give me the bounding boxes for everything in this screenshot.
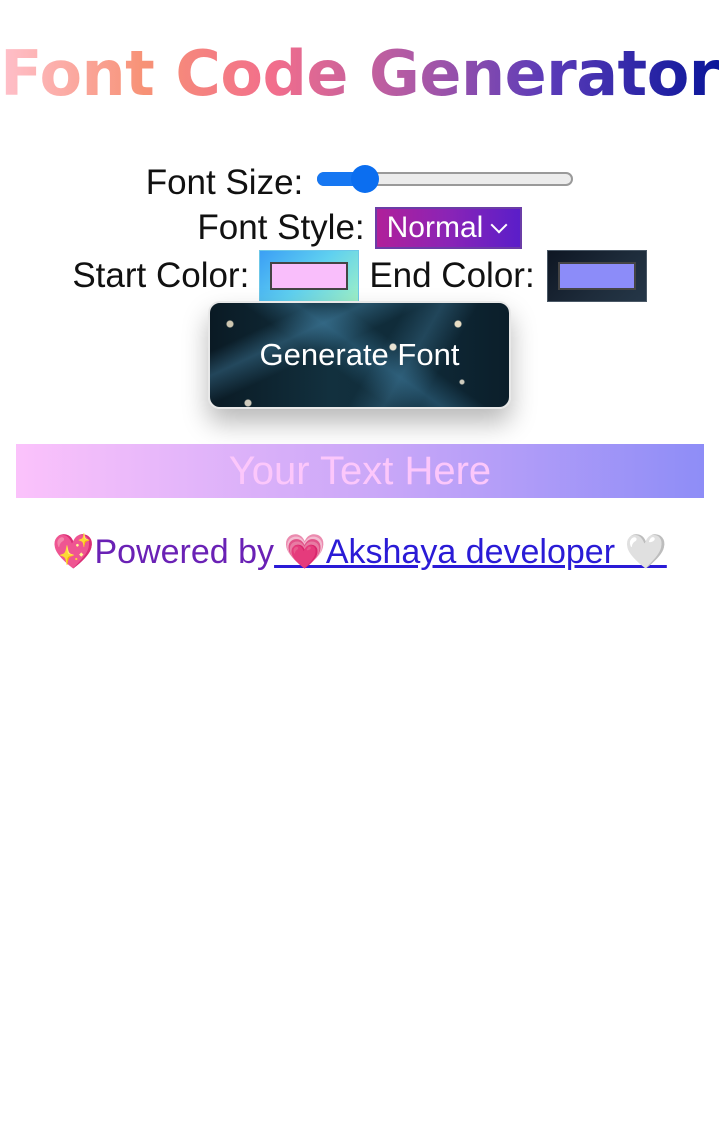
font-size-row: Font Size:: [0, 163, 719, 203]
font-style-select[interactable]: Normal: [374, 207, 522, 249]
start-color-swatch: [270, 262, 349, 290]
start-color-label: Start Color:: [72, 256, 250, 295]
font-style-row: Font Style: Normal: [0, 207, 719, 249]
generate-font-button[interactable]: Generate Font: [208, 301, 511, 409]
developer-link[interactable]: 💗Akshaya developer 🤍: [274, 533, 667, 571]
slider-thumb[interactable]: [351, 165, 380, 193]
preview-text: Your Text Here: [228, 448, 492, 493]
footer: 💖Powered by 💗Akshaya developer 🤍: [0, 530, 719, 574]
page-title: Font Code Generator: [0, 34, 719, 114]
end-color-picker[interactable]: [546, 250, 647, 302]
end-color-label: End Color:: [369, 256, 535, 295]
color-row: Start Color: End Color:: [0, 250, 719, 302]
end-color-swatch: [557, 262, 636, 290]
font-style-value: Normal: [386, 211, 484, 244]
font-style-label: Font Style:: [197, 208, 365, 247]
chevron-down-icon: [490, 216, 508, 234]
footer-prefix: 💖Powered by: [52, 533, 275, 571]
font-size-label: Font Size:: [145, 163, 304, 202]
preview-bar: Your Text Here: [16, 444, 704, 498]
font-size-slider[interactable]: [317, 163, 574, 203]
start-color-picker[interactable]: [259, 250, 360, 302]
